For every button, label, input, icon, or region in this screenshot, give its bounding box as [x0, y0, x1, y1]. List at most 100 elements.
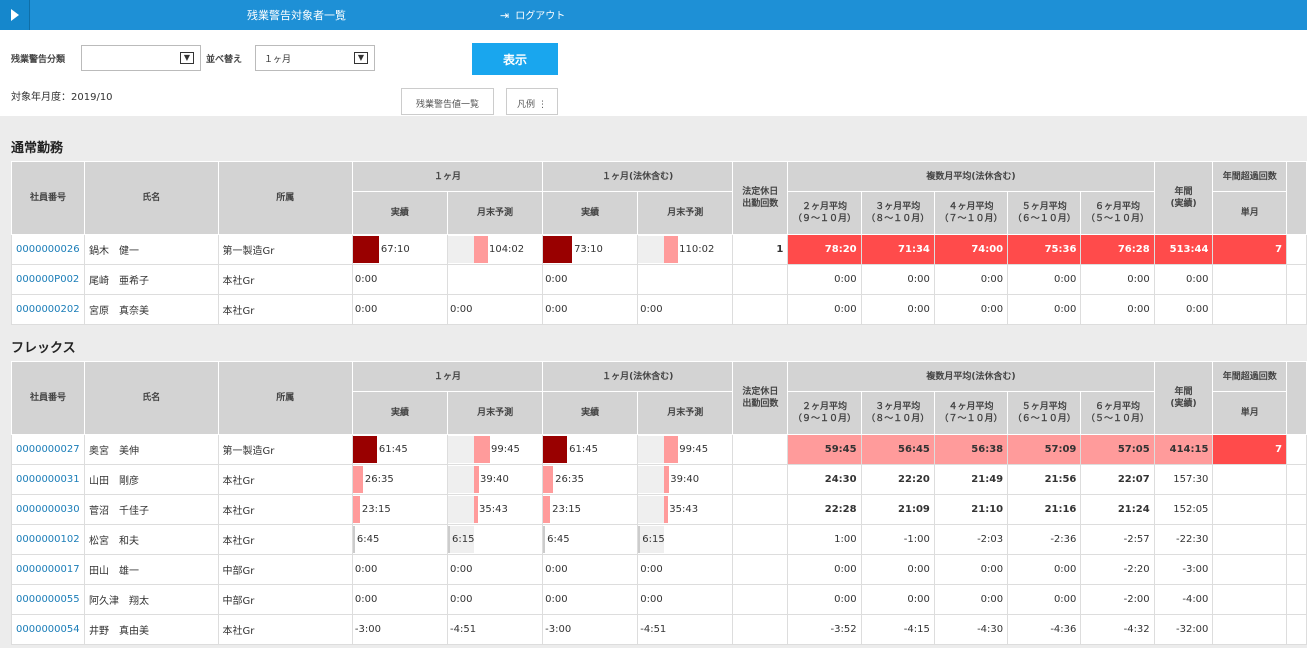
header-multi-month-avg: 複数月平均(法休含む): [787, 161, 1155, 192]
overflow-cell: [1286, 234, 1307, 265]
legal-actual: 0:00: [542, 584, 639, 615]
holiday-count: [732, 494, 789, 525]
month-actual: 6:45: [351, 524, 449, 555]
month-forecast: -4:51: [447, 614, 544, 645]
month-actual-value: 0:00: [354, 564, 378, 575]
legend-button[interactable]: 凡例 ⋮: [506, 88, 558, 115]
avg-2-line1: ２ヶ月平均: [801, 202, 847, 212]
bar-track: [638, 236, 665, 263]
category-select[interactable]: ▼: [81, 45, 201, 71]
sort-select[interactable]: １ヶ月 ▼: [255, 45, 375, 71]
avg-5: 75:36: [1007, 234, 1082, 265]
header-forecast-legal: 月末予測: [637, 191, 734, 235]
emp-no-link[interactable]: 0000000017: [11, 554, 85, 585]
avg-4-line2: （７～１０月）: [939, 414, 1003, 424]
legal-actual: 6:45: [542, 524, 639, 555]
legal-actual-value: 0:00: [545, 274, 568, 285]
emp-no-link[interactable]: 000000P002: [11, 264, 85, 295]
progress-bar: [664, 436, 679, 463]
avg-5: 57:09: [1007, 434, 1082, 465]
header-forecast: 月末予測: [447, 391, 544, 435]
avg-3-line2: （８～１０月）: [866, 414, 930, 424]
month-forecast-value: 0:00: [450, 594, 473, 605]
legend-label: 凡例: [517, 100, 536, 110]
month-forecast-value: 99:45: [491, 444, 520, 455]
annual-total: -22:30: [1153, 524, 1214, 555]
header-actual: 実績: [351, 391, 449, 435]
emp-dept: 本社Gr: [217, 524, 353, 555]
emp-no-link[interactable]: 0000000031: [11, 464, 85, 495]
emp-no-link[interactable]: 0000000202: [11, 294, 85, 325]
logout-label: ログアウト: [515, 11, 566, 22]
emp-no-link[interactable]: 0000000054: [11, 614, 85, 645]
logout-icon: ⇥: [500, 9, 510, 22]
emp-dept: 中部Gr: [217, 584, 353, 615]
annual-total: 0:00: [1153, 264, 1214, 295]
holiday-line2: 出勤回数: [742, 399, 779, 409]
bar-track: [638, 466, 665, 493]
header-emp-no: 社員番号: [11, 361, 85, 435]
month-actual-value: 0:00: [354, 274, 378, 285]
legal-forecast-value: 0:00: [640, 564, 663, 575]
header-avg-2: ２ヶ月平均 （９～１０月）: [787, 191, 862, 235]
table-row: 0000000017 田山 雄一 中部Gr 0:00 0:00 0:00 0:0…: [11, 554, 1307, 585]
avg-2-line2: （９～１０月）: [792, 414, 856, 424]
month-actual-value: 0:00: [354, 304, 378, 315]
month-forecast: 6:15: [447, 524, 544, 555]
avg-6: -4:32: [1080, 614, 1155, 645]
emp-no-link[interactable]: 0000000030: [11, 494, 85, 525]
menu-toggle-button[interactable]: [0, 0, 30, 30]
legal-forecast: -4:51: [637, 614, 734, 645]
month-forecast: 0:00: [446, 294, 544, 325]
avg-2: 78:20: [787, 234, 862, 265]
annual-total: -32:00: [1153, 614, 1214, 645]
avg-5-line1: ５ヶ月平均: [1021, 202, 1067, 212]
legal-actual: 23:15: [542, 494, 639, 525]
avg-2: 0:00: [787, 584, 862, 615]
month-forecast-value: 35:43: [479, 504, 508, 515]
threshold-list-button[interactable]: 残業警告値一覧: [401, 88, 494, 115]
avg-2: 0:00: [787, 294, 862, 325]
avg-5-line2: （６～１０月）: [1012, 214, 1076, 224]
legal-forecast: 39:40: [637, 464, 734, 495]
annual-total: 513:44: [1153, 234, 1214, 265]
avg-6-line2: （５～１０月）: [1086, 414, 1150, 424]
overflow-cell: [1286, 524, 1307, 555]
avg-4: 74:00: [933, 234, 1009, 265]
emp-no-link[interactable]: 0000000026: [11, 234, 85, 265]
avg-4-line1: ４ヶ月平均: [948, 402, 994, 412]
legal-forecast-value: 6:15: [642, 534, 665, 545]
month-actual-value: -3:00: [354, 624, 381, 635]
avg-5: 21:16: [1007, 494, 1082, 525]
overflow-cell: [1286, 554, 1307, 585]
page-title: 残業警告対象者一覧: [247, 9, 346, 22]
overtime-table-flex: 社員番号 氏名 所属 １ヶ月 １ヶ月(法休含む) 法定休日 出勤回数 複数月平均(…: [11, 361, 1307, 645]
month-actual: 23:15: [351, 494, 449, 525]
avg-3: -1:00: [860, 524, 935, 555]
month-actual: 61:45: [351, 434, 449, 465]
legal-forecast: 0:00: [637, 294, 734, 325]
logout-link[interactable]: ⇥ ログアウト: [500, 7, 565, 22]
emp-name: 山田 剛彦: [83, 464, 219, 495]
avg-4-line1: ４ヶ月平均: [948, 202, 994, 212]
header-actual: 実績: [351, 191, 448, 235]
avg-4: -4:30: [933, 614, 1009, 645]
legal-forecast-value: 35:43: [669, 504, 699, 515]
avg-2: 24:30: [787, 464, 862, 495]
table-row: 0000000054 井野 真由美 本社Gr -3:00 -4:51 -3:00…: [11, 614, 1307, 645]
annual-total: 0:00: [1153, 294, 1214, 325]
emp-no-link[interactable]: 0000000102: [11, 524, 85, 555]
avg-3: 71:34: [860, 234, 935, 265]
legal-forecast: [637, 264, 734, 295]
emp-no-link[interactable]: 0000000027: [11, 434, 85, 465]
progress-bar: [543, 236, 573, 263]
progress-bar: [474, 436, 491, 463]
progress-bar: [664, 496, 669, 523]
show-button[interactable]: 表示: [472, 43, 558, 75]
single-exceed: [1212, 264, 1288, 295]
avg-4-line2: （７～１０月）: [939, 214, 1003, 224]
legal-actual: 61:45: [542, 434, 639, 465]
emp-no-link[interactable]: 0000000055: [11, 584, 85, 615]
avg-3: 0:00: [860, 554, 935, 585]
month-forecast-value: 39:40: [480, 474, 509, 485]
